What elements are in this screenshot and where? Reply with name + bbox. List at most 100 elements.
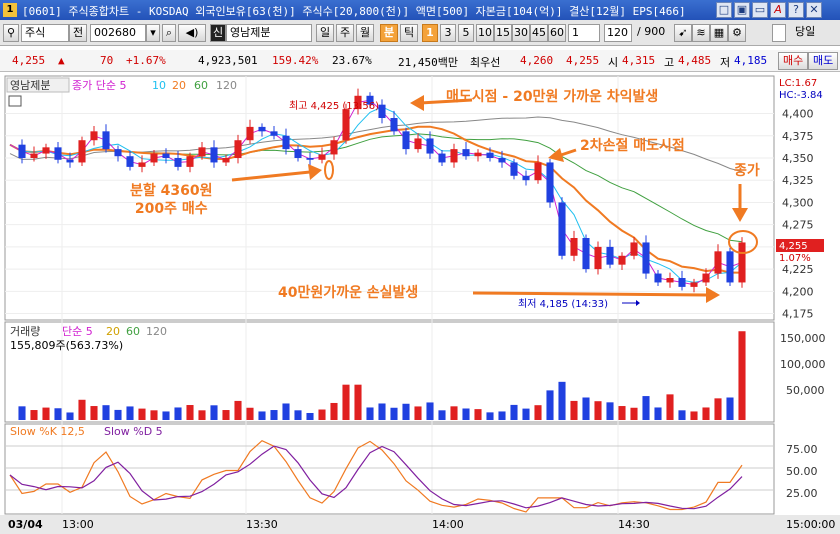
close-button[interactable]: ✕: [806, 2, 822, 18]
time-date: 03/04: [8, 518, 43, 531]
current-price-tag-text: 4,255: [779, 241, 808, 252]
candle-body: [510, 162, 518, 176]
candle-body: [390, 118, 398, 132]
candle-body: [606, 246, 614, 265]
ask-price: 4,260: [520, 54, 554, 67]
candle-body: [126, 156, 134, 167]
window-link-button[interactable]: ▣: [734, 2, 750, 18]
help-button[interactable]: ?: [788, 2, 804, 18]
volume-bar: [354, 384, 362, 420]
ma10-legend: 10: [152, 79, 166, 92]
stoch-d-legend: Slow %D 5: [104, 425, 163, 438]
candle-body: [666, 278, 674, 283]
stock-tag: 영남제분: [10, 79, 50, 92]
volume-bar: [282, 403, 290, 420]
volume-bar: [534, 405, 542, 420]
interval-input[interactable]: 1: [568, 24, 600, 42]
market-select[interactable]: 주식: [21, 24, 69, 42]
volume-bar: [78, 399, 86, 420]
app-icon: 1: [3, 3, 17, 17]
hc-value: HC:-3.84: [779, 90, 823, 101]
period-day-button[interactable]: 일: [316, 24, 334, 42]
volume-bar: [126, 406, 134, 420]
volume-bar: [378, 403, 386, 420]
candle-body: [690, 282, 698, 287]
speaker-icon[interactable]: ◀): [178, 24, 206, 42]
chart-toolbar: ⚲ 주식 전 002680 ▾ ⌕ ◀) 신 영남제분 일 주 월 분 틱 1 …: [0, 20, 840, 46]
interval-60-button[interactable]: 60: [548, 24, 566, 42]
stock-code-input[interactable]: 002680: [90, 24, 146, 42]
pin-icon[interactable]: ⚲: [3, 24, 19, 42]
volume-ma5-legend: 단순 5: [62, 325, 93, 338]
volume-bar: [726, 397, 734, 420]
code-dropdown-icon[interactable]: ▾: [146, 24, 160, 42]
interval-15-button[interactable]: 15: [494, 24, 512, 42]
tool-grid-icon[interactable]: ▦: [710, 24, 728, 42]
volume-bar: [390, 407, 398, 420]
trade-amount: 21,450백만: [398, 56, 458, 69]
open-label: 시: [608, 56, 619, 69]
volume-bar: [174, 407, 182, 420]
price-tick-label: 4,275: [782, 219, 814, 232]
period-minute-button[interactable]: 분: [380, 24, 398, 42]
count-input[interactable]: 120: [604, 24, 632, 42]
interval-30-button[interactable]: 30: [512, 24, 530, 42]
sell-button[interactable]: 매도: [808, 52, 839, 70]
volume-panel-frame: [4, 321, 775, 423]
time-1430: 14:30: [618, 518, 650, 531]
interval-10-button[interactable]: 10: [476, 24, 494, 42]
candle-body: [42, 147, 50, 154]
settings-gear-icon[interactable]: ⚙: [728, 24, 746, 42]
candle-body: [114, 149, 122, 157]
volume-bar: [150, 410, 158, 420]
prev-button[interactable]: 전: [69, 24, 87, 42]
volume-bar: [498, 411, 506, 420]
volume-bar: [90, 406, 98, 420]
volume-bar: [546, 390, 554, 420]
volume-bar: [426, 402, 434, 420]
volume-bar: [270, 410, 278, 420]
interval-45-button[interactable]: 45: [530, 24, 548, 42]
volume-bar: [210, 405, 218, 420]
buy-button[interactable]: 매수: [778, 52, 809, 70]
period-month-button[interactable]: 월: [356, 24, 374, 42]
stoch-tick-25: 25.00: [786, 487, 818, 500]
volume-bar: [330, 402, 338, 420]
current-price-pct: 1.07%: [779, 253, 811, 264]
candle-body: [234, 140, 242, 158]
search-icon[interactable]: ⌕: [162, 24, 176, 42]
period-week-button[interactable]: 주: [336, 24, 354, 42]
window-minimize-button[interactable]: ▭: [752, 2, 768, 18]
interval-3-button[interactable]: 3: [440, 24, 456, 42]
interval-5-button[interactable]: 5: [458, 24, 474, 42]
volume-tick-100000: 100,000: [780, 358, 826, 371]
candle-body: [18, 144, 26, 158]
ma60-legend: 60: [194, 79, 208, 92]
today-checkbox[interactable]: [772, 24, 786, 42]
candle-body: [402, 131, 410, 150]
today-label: 당일: [795, 25, 816, 38]
font-button[interactable]: A: [770, 2, 786, 18]
candle-body: [462, 149, 470, 157]
candle-body: [726, 251, 734, 283]
interval-1-button[interactable]: 1: [422, 24, 438, 42]
candle-body: [150, 153, 158, 163]
window-option-button[interactable]: □: [716, 2, 732, 18]
volume-bar: [474, 409, 482, 420]
price-tick-label: 4,225: [782, 263, 814, 276]
period-tick-button[interactable]: 틱: [400, 24, 418, 42]
tool-chart-icon[interactable]: ≋: [692, 24, 710, 42]
candle-body: [570, 238, 578, 256]
volume-legend: 거래량: [10, 325, 40, 338]
stock-name-field: 영남제분: [226, 24, 312, 42]
volume-bar: [654, 407, 662, 420]
volume-bar: [102, 405, 110, 420]
volume-bar: [462, 408, 470, 420]
tool-arrow-icon[interactable]: ➹: [674, 24, 692, 42]
price-tick-label: 4,350: [782, 152, 814, 165]
volume-bar: [666, 394, 674, 420]
volume-bar: [450, 406, 458, 420]
candle-body: [714, 251, 722, 274]
volume-bar: [438, 410, 446, 420]
stock-chart[interactable]: 영남제분 종가 단순 5 10 20 60 120 최고 4,425 (13:5…: [0, 74, 840, 534]
